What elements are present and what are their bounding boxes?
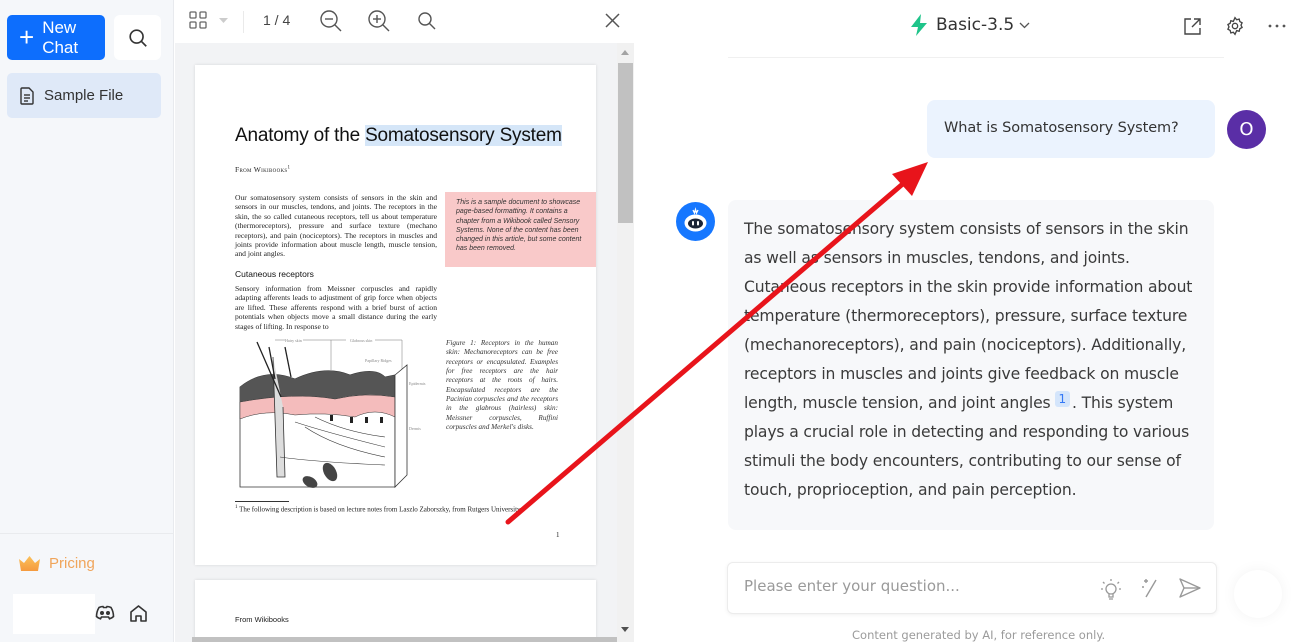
more-icon[interactable]: [1268, 24, 1286, 28]
chat-panel: Basic-3.5 What is Somatosensory System? …: [634, 0, 1300, 642]
thumbnails-icon[interactable]: [189, 11, 208, 30]
figure-label-papillary-ridges: Papillary Ridges: [365, 358, 392, 363]
sidebar-item-sample-file[interactable]: Sample File: [7, 73, 161, 118]
page-number: 1: [556, 531, 560, 539]
new-chat-label: New Chat: [42, 17, 79, 57]
lightning-icon: [911, 14, 927, 36]
user-avatar[interactable]: O: [1227, 110, 1266, 149]
floating-action-button[interactable]: [1234, 570, 1282, 618]
user-profile-area[interactable]: [13, 594, 95, 634]
document-paragraph: Our somatosensory system consists of sen…: [235, 193, 437, 259]
sidebar-divider: [0, 533, 174, 534]
title-text: Anatomy of the: [235, 125, 366, 146]
document-title: Anatomy of the Somatosensory System: [235, 125, 562, 147]
sample-callout: This is a sample document to showcase pa…: [445, 192, 596, 267]
figure-label-glabrous-skin: Glabrous skin: [350, 338, 372, 343]
skin-receptors-figure: Hairy skin Glabrous skin Papillary Ridge…: [239, 338, 426, 488]
document-paragraph: Sensory information from Meissner corpus…: [235, 284, 437, 331]
pdf-viewer: 1 / 4 Anatomy of the Somatosensory Syste…: [175, 0, 634, 642]
ai-disclaimer: Content generated by AI, for reference o…: [852, 628, 1106, 642]
chevron-down-icon: [1019, 22, 1030, 28]
figure-label-hairy-skin: Hairy skin: [285, 338, 302, 343]
pdf-page-1: Anatomy of the Somatosensory System From…: [195, 65, 596, 565]
assistant-text-part: The somatosensory system consists of sen…: [744, 220, 1193, 412]
lightbulb-icon[interactable]: [1100, 577, 1122, 601]
crown-icon: [19, 556, 40, 571]
citation-badge[interactable]: 1: [1054, 391, 1070, 407]
highlighted-text[interactable]: Somatosensory System: [365, 125, 562, 146]
close-icon[interactable]: [605, 13, 620, 28]
footnote-rule: [235, 501, 289, 502]
section-heading: Cutaneous receptors: [235, 269, 314, 279]
user-message: What is Somatosensory System?: [927, 100, 1215, 158]
model-name: Basic-3.5: [936, 15, 1015, 35]
magic-wand-icon[interactable]: [1140, 577, 1160, 599]
zoom-in-icon[interactable]: [367, 9, 392, 34]
figure-caption: Figure 1: Receptors in the human skin: M…: [446, 339, 558, 432]
pricing-label: Pricing: [49, 555, 95, 572]
footnote-ref: 1: [287, 165, 291, 171]
figure-label-epidermis: Epidermis: [409, 381, 426, 386]
scroll-up-icon[interactable]: [621, 50, 629, 55]
plus-icon: +: [19, 21, 35, 52]
toolbar-divider: [243, 11, 244, 33]
pdf-horizontal-scrollbar[interactable]: [192, 637, 617, 642]
source-text: From Wikibooks: [235, 165, 288, 174]
model-selector[interactable]: Basic-3.5: [910, 14, 1038, 36]
assistant-message-text: The somatosensory system consists of sen…: [744, 215, 1204, 505]
header-divider: [728, 57, 1224, 58]
figure-label-dermis: Dermis: [409, 426, 421, 431]
pricing-link[interactable]: Pricing: [18, 555, 95, 572]
send-icon[interactable]: [1179, 578, 1201, 598]
question-input[interactable]: [744, 577, 1084, 595]
pdf-toolbar: 1 / 4: [175, 0, 634, 43]
footnote: 1 The following description is based on …: [235, 505, 522, 513]
search-icon[interactable]: [417, 11, 437, 31]
settings-icon[interactable]: [1225, 16, 1245, 36]
app-root: + New Chat Sample File Pricing 1 / 4 Ana…: [0, 0, 1300, 642]
sidebar: + New Chat Sample File Pricing: [0, 0, 174, 642]
file-label: Sample File: [44, 87, 124, 104]
assistant-message: The somatosensory system consists of sen…: [728, 200, 1214, 530]
question-input-box: [727, 562, 1217, 614]
page-indicator: 1 / 4: [263, 12, 291, 28]
pdf-vertical-scrollbar[interactable]: [617, 43, 634, 642]
dropdown-icon[interactable]: [219, 18, 228, 23]
document-icon: [20, 86, 34, 105]
search-icon: [128, 28, 147, 47]
chat-header: Basic-3.5: [634, 0, 1300, 56]
scrollbar-thumb[interactable]: [618, 63, 633, 223]
scroll-down-icon[interactable]: [621, 627, 629, 632]
discord-icon[interactable]: [95, 605, 115, 621]
footnote-mark: 1: [235, 505, 238, 510]
search-button[interactable]: [114, 15, 161, 60]
home-icon[interactable]: [129, 604, 148, 622]
open-external-icon[interactable]: [1183, 17, 1202, 36]
document-source: From Wikibooks1: [235, 165, 290, 174]
bot-icon: [676, 202, 715, 241]
pdf-page-2: From Wikibooks: [195, 580, 596, 642]
zoom-out-icon[interactable]: [319, 9, 344, 34]
page-header: From Wikibooks: [235, 615, 289, 624]
footnote-text: The following description is based on le…: [239, 505, 522, 514]
new-chat-button[interactable]: + New Chat: [7, 15, 105, 60]
